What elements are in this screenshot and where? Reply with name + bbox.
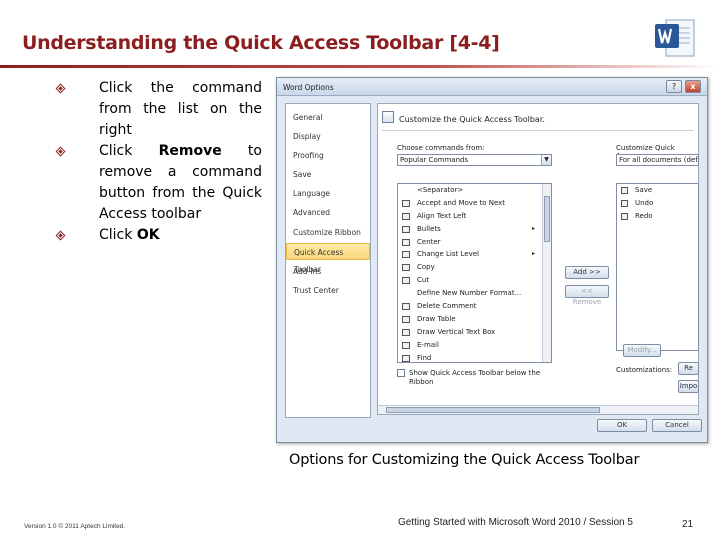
word-options-dialog: Word Options ? x General Display Proofin… — [276, 77, 708, 443]
footer-version: Version 1.0 © 2011 Aptech Limited. — [24, 523, 126, 530]
list-item[interactable]: Bullets ▸ — [398, 223, 551, 236]
draw-table-icon — [402, 315, 410, 323]
chevron-down-icon: ▼ — [541, 155, 551, 165]
bullet-diamond-icon — [55, 146, 66, 157]
choose-commands-value: Popular Commands — [400, 156, 469, 164]
align-left-icon — [402, 212, 410, 220]
page-number: 21 — [682, 519, 694, 530]
find-icon — [402, 354, 410, 362]
list-item[interactable]: Align Text Left — [398, 210, 551, 223]
delete-comment-icon — [402, 303, 410, 311]
dialog-titlebar: Word Options ? x — [277, 78, 707, 96]
text-box-icon — [402, 328, 410, 336]
qat-panel: Customize the Quick Access Toolbar. Choo… — [377, 103, 699, 415]
bullet-item: Click OK — [54, 225, 262, 246]
bullet-text: Click the command from the list on the r… — [99, 80, 262, 138]
customize-qat-select[interactable]: For all documents (default) — [616, 154, 699, 166]
command-icon — [402, 199, 410, 207]
bullet-bold: OK — [136, 227, 160, 243]
scrollbar-thumb[interactable] — [386, 407, 600, 413]
import-export-button[interactable]: Impo — [678, 380, 699, 393]
options-nav: General Display Proofing Save Language A… — [285, 103, 371, 418]
nav-item-quick-access-toolbar[interactable]: Quick Access Toolbar — [286, 243, 370, 274]
list-item[interactable]: Draw Vertical Text Box — [398, 326, 551, 339]
nav-item-language[interactable]: Language — [286, 185, 370, 202]
show-below-ribbon-checkbox[interactable] — [397, 369, 405, 377]
customizations-label: Customizations: — [616, 366, 673, 374]
nav-item-advanced[interactable]: Advanced — [286, 204, 370, 221]
save-icon — [621, 187, 628, 194]
scrollbar-thumb[interactable] — [544, 196, 550, 242]
add-button[interactable]: Add >> — [565, 266, 609, 279]
slide-title: Understanding the Quick Access Toolbar [… — [22, 32, 500, 54]
ok-button[interactable]: OK — [597, 419, 647, 432]
close-button[interactable]: x — [685, 80, 701, 93]
submenu-arrow-icon: ▸ — [531, 250, 535, 258]
list-item[interactable]: Accept and Move to Next — [398, 197, 551, 210]
header-divider — [382, 130, 694, 131]
nav-item-save[interactable]: Save — [286, 166, 370, 183]
bullet-item: Click Remove to remove a command button … — [54, 141, 262, 225]
list-item[interactable]: Change List Level ▸ — [398, 248, 551, 261]
bullet-diamond-icon — [55, 83, 66, 94]
redo-icon — [621, 212, 628, 220]
quick-access-toolbar-list[interactable]: Save Undo Redo — [616, 183, 699, 351]
bullet-list: Click the command from the list on the r… — [54, 78, 262, 246]
list-item[interactable]: Define New Number Format... — [398, 287, 551, 300]
list-item[interactable]: <Separator> — [398, 184, 551, 197]
cancel-button[interactable]: Cancel — [652, 419, 702, 432]
list-item[interactable]: Copy — [398, 261, 551, 274]
panel-horizontal-scrollbar[interactable] — [378, 405, 698, 414]
email-icon — [402, 341, 410, 349]
word-logo-icon — [652, 14, 700, 62]
panel-header: Customize the Quick Access Toolbar. — [399, 115, 545, 124]
nav-item-trust-center[interactable]: Trust Center — [286, 282, 370, 299]
bullet-text: Click — [99, 227, 137, 243]
nav-item-proofing[interactable]: Proofing — [286, 147, 370, 164]
reset-button[interactable]: Re — [678, 362, 699, 375]
choose-commands-label: Choose commands from: — [397, 144, 485, 152]
list-item[interactable]: E-mail — [398, 339, 551, 352]
center-icon — [402, 238, 410, 246]
nav-item-add-ins[interactable]: Add-Ins — [286, 263, 370, 280]
commands-list[interactable]: <Separator> Accept and Move to Next Alig… — [397, 183, 552, 363]
nav-item-general[interactable]: General — [286, 109, 370, 126]
list-item[interactable]: Delete Comment — [398, 300, 551, 313]
undo-icon — [621, 199, 628, 207]
bullet-bold: Remove — [158, 143, 222, 159]
nav-item-customize-ribbon[interactable]: Customize Ribbon — [286, 224, 370, 241]
list-item[interactable]: Cut — [398, 274, 551, 287]
bullet-item: Click the command from the list on the r… — [54, 78, 262, 141]
modify-button[interactable]: Modify... — [623, 344, 661, 357]
bullet-diamond-icon — [55, 230, 66, 241]
toolbar-icon — [382, 111, 394, 123]
list-level-icon — [402, 251, 410, 259]
choose-commands-select[interactable]: Popular Commands ▼ — [397, 154, 552, 166]
list-item[interactable]: Center — [398, 236, 551, 249]
cut-icon — [402, 277, 410, 285]
figure-caption: Options for Customizing the Quick Access… — [289, 452, 640, 468]
list-item[interactable]: Find — [398, 352, 551, 362]
list-item[interactable]: Redo — [617, 210, 698, 223]
submenu-arrow-icon: ▸ — [531, 224, 535, 232]
customize-qat-value: For all documents (default) — [619, 156, 698, 164]
copy-icon — [402, 264, 410, 272]
commands-scrollbar[interactable] — [542, 184, 551, 362]
nav-item-display[interactable]: Display — [286, 128, 370, 145]
help-button[interactable]: ? — [666, 80, 682, 93]
list-item[interactable]: Draw Table — [398, 313, 551, 326]
bullets-icon — [402, 225, 410, 233]
show-below-ribbon-label: Show Quick Access Toolbar below the Ribb… — [409, 369, 541, 386]
title-rule — [0, 65, 720, 68]
bullet-text: Click — [99, 143, 159, 159]
footer-course: Getting Started with Microsoft Word 2010… — [398, 517, 633, 528]
remove-button[interactable]: << Remove — [565, 285, 609, 306]
dialog-title: Word Options — [283, 83, 334, 92]
list-item[interactable]: Undo — [617, 197, 698, 210]
list-item[interactable]: Save — [617, 184, 698, 197]
